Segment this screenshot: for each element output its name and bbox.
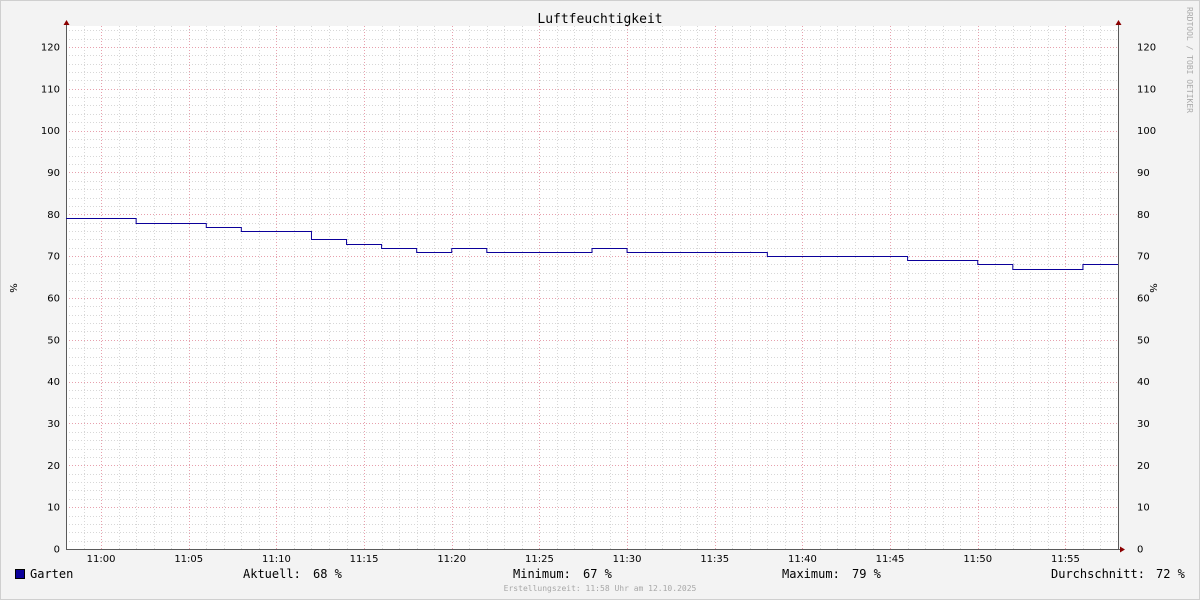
- y-tick-label-left: 50: [47, 335, 60, 346]
- y-tick-label-right: 20: [1137, 461, 1150, 472]
- x-tick-label: 11:00: [87, 554, 116, 565]
- y-tick-label-left: 30: [47, 419, 60, 430]
- x-tick-label: 11:45: [876, 554, 905, 565]
- chart-title: Luftfeuchtigkeit: [537, 12, 662, 27]
- y-tick-label-left: 0: [54, 545, 60, 556]
- legend-current-value: 68 %: [313, 567, 342, 581]
- x-tick-label: 11:25: [525, 554, 554, 565]
- x-axis-arrow: [1120, 546, 1125, 553]
- y-tick-label-right: 90: [1137, 168, 1150, 179]
- y-tick-label-left: 40: [47, 377, 60, 388]
- y-tick-label-right: 50: [1137, 335, 1150, 346]
- legend-avg-value: 72 %: [1156, 567, 1185, 581]
- y-axis-label-left: %: [7, 283, 18, 293]
- y-tick-label-right: 80: [1137, 210, 1150, 221]
- y-tick-label-left: 90: [47, 168, 60, 179]
- y-tick-label-right: 60: [1137, 293, 1150, 304]
- y-tick-label-left: 100: [41, 126, 60, 137]
- y-tick-label-left: 110: [41, 84, 60, 95]
- x-tick-label: 11:15: [350, 554, 379, 565]
- x-tick-label: 11:55: [1051, 554, 1080, 565]
- x-tick-label: 11:10: [262, 554, 291, 565]
- y-tick-label-right: 10: [1137, 503, 1150, 514]
- chart: Luftfeuchtigkeit 0 0 10 10 20 20 30 30 40 40 50 50 6…: [7, 7, 1194, 565]
- x-tick-label: 11:50: [963, 554, 992, 565]
- legend-min-value: 67 %: [583, 567, 612, 581]
- y-axis-label-right: %: [1147, 283, 1158, 293]
- y-tick-label-right: 0: [1137, 545, 1143, 556]
- legend-max-value: 79 %: [852, 567, 881, 581]
- y-tick-label-right: 120: [1137, 42, 1156, 53]
- x-tick-label: 11:05: [174, 554, 203, 565]
- legend-swatch: [15, 569, 25, 579]
- y-tick-label-right: 110: [1137, 84, 1156, 95]
- footer-timestamp: Erstellungszeit: 11:58 Uhr am 12.10.2025: [503, 584, 697, 593]
- legend-avg-label: Durchschnitt:: [1051, 567, 1145, 581]
- x-tick-label: 11:20: [437, 554, 466, 565]
- x-tick-label: 11:35: [700, 554, 729, 565]
- y-tick-label-left: 70: [47, 252, 60, 263]
- y-tick-label-right: 70: [1137, 252, 1150, 263]
- legend-series-name: Garten: [30, 567, 74, 581]
- y-tick-label-left: 120: [41, 42, 60, 53]
- y-axis-left-arrow: [63, 20, 70, 25]
- y-tick-label-left: 10: [47, 503, 60, 514]
- y-axis-right-arrow: [1115, 20, 1122, 25]
- y-tick-label-right: 40: [1137, 377, 1150, 388]
- y-tick-label-left: 60: [47, 293, 60, 304]
- legend-current-label: Aktuell:: [243, 567, 301, 581]
- y-tick-label-left: 20: [47, 461, 60, 472]
- rrdtool-watermark: RRDTOOL / TOBI OETIKER: [1185, 7, 1194, 113]
- x-tick-label: 11:40: [788, 554, 817, 565]
- legend-min-label: Minimum:: [513, 567, 571, 581]
- x-tick-label: 11:30: [613, 554, 642, 565]
- legend-max-label: Maximum:: [782, 567, 840, 581]
- y-tick-label-right: 30: [1137, 419, 1150, 430]
- y-tick-label-right: 100: [1137, 126, 1156, 137]
- legend: Garten Aktuell: 68 % Minimum: 67 % Maxim…: [0, 567, 1200, 583]
- y-tick-label-left: 80: [47, 210, 60, 221]
